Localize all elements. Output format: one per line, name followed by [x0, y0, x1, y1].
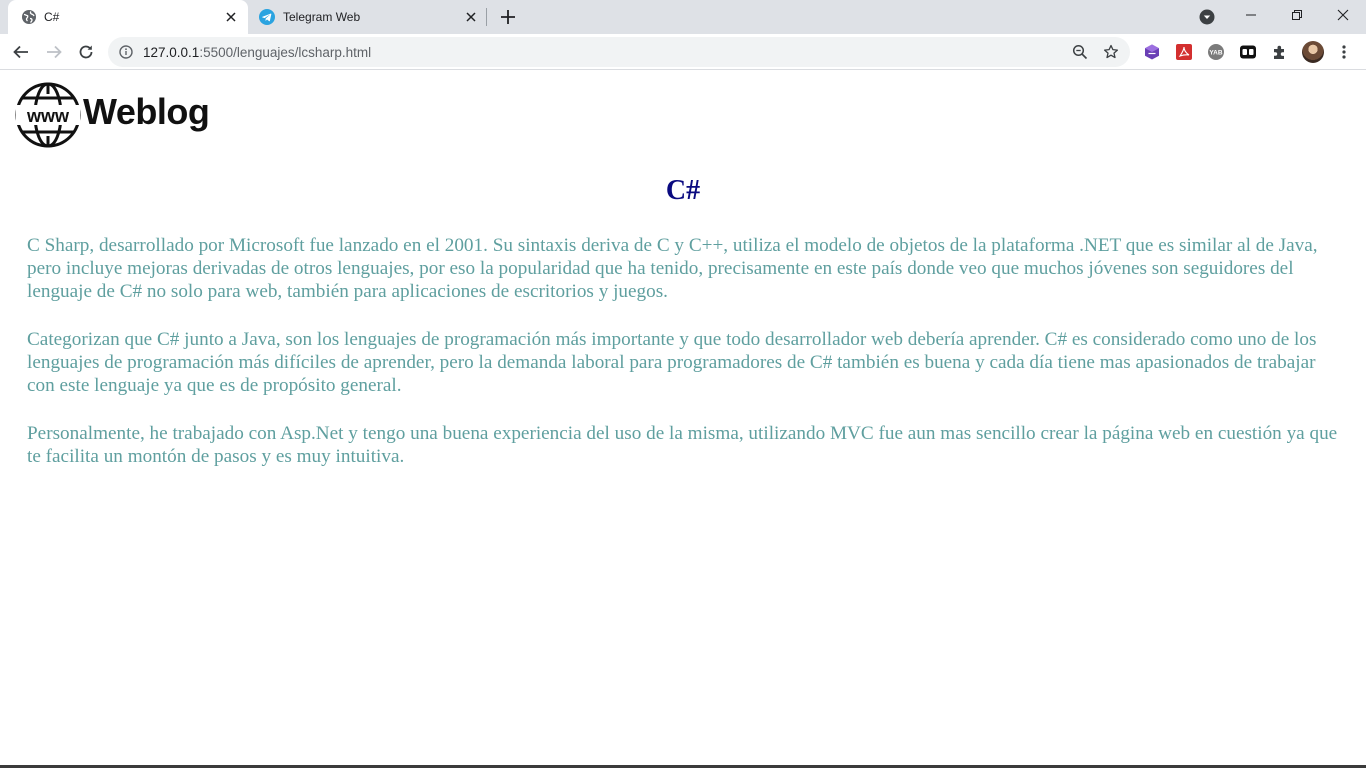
weblog-logo[interactable]: www Weblog	[15, 82, 210, 148]
purple-cube-extension-icon[interactable]	[1143, 43, 1161, 61]
new-tab-icon[interactable]	[499, 8, 517, 26]
page-title: C#	[665, 175, 701, 206]
restore-button[interactable]	[1274, 0, 1320, 30]
www-globe-icon: www	[15, 82, 81, 148]
tab-title: C#	[44, 10, 60, 24]
logo-globe-text: www	[26, 106, 70, 126]
profile-avatar[interactable]	[1302, 41, 1324, 63]
bookmark-star-icon[interactable]	[1103, 44, 1119, 60]
menu-dots-icon[interactable]	[1336, 43, 1352, 61]
url-host: 127.0.0.1	[143, 45, 200, 60]
back-arrow-icon[interactable]	[12, 43, 30, 61]
tab-strip: C# Telegram Web	[0, 0, 1366, 34]
puzzle-extensions-icon[interactable]	[1271, 43, 1289, 61]
browser-toolbar: 127.0.0.1:5500/lenguajes/lcsharp.html YA…	[0, 34, 1366, 70]
url-text: 127.0.0.1:5500/lenguajes/lcsharp.html	[143, 45, 371, 60]
telegram-icon	[259, 9, 275, 25]
tab-title: Telegram Web	[283, 10, 361, 24]
tab-separator	[486, 8, 487, 26]
forward-arrow-icon[interactable]	[45, 43, 63, 61]
close-tab-icon[interactable]	[463, 9, 479, 25]
red-pdf-extension-icon[interactable]	[1175, 43, 1193, 61]
globe-icon	[22, 10, 36, 24]
site-info-icon[interactable]	[119, 45, 133, 59]
logo-text: Weblog	[83, 91, 210, 132]
paragraph-3: Personalmente, he trabajado con Asp.Net …	[27, 423, 1338, 467]
paragraph-1: C Sharp, desarrollado por Microsoft fue …	[27, 235, 1318, 302]
close-tab-icon[interactable]	[223, 9, 239, 25]
tab-telegram[interactable]: Telegram Web	[248, 0, 488, 34]
minimize-icon	[1246, 14, 1256, 16]
tab-search-icon[interactable]	[1199, 9, 1215, 25]
svg-text:YAB: YAB	[1209, 50, 1222, 57]
close-window-button[interactable]	[1320, 0, 1366, 30]
web-page: www Weblog C# C Sharp, desarrollado por …	[0, 71, 1366, 768]
zoom-icon[interactable]	[1072, 44, 1088, 60]
tab-manager-extension-icon[interactable]	[1239, 43, 1257, 61]
minimize-button[interactable]	[1228, 0, 1274, 30]
restore-icon	[1292, 10, 1302, 20]
url-path: :5500/lenguajes/lcsharp.html	[199, 45, 372, 60]
close-window-icon	[1337, 9, 1349, 21]
tab-csharp[interactable]: C#	[8, 0, 248, 34]
article-body: C Sharp, desarrollado por Microsoft fue …	[27, 234, 1339, 493]
paragraph-2: Categorizan que C# junto a Java, son los…	[27, 329, 1317, 396]
yab-extension-icon[interactable]: YAB	[1207, 43, 1225, 61]
address-bar[interactable]: 127.0.0.1:5500/lenguajes/lcsharp.html	[108, 37, 1130, 67]
reload-icon[interactable]	[77, 43, 95, 61]
